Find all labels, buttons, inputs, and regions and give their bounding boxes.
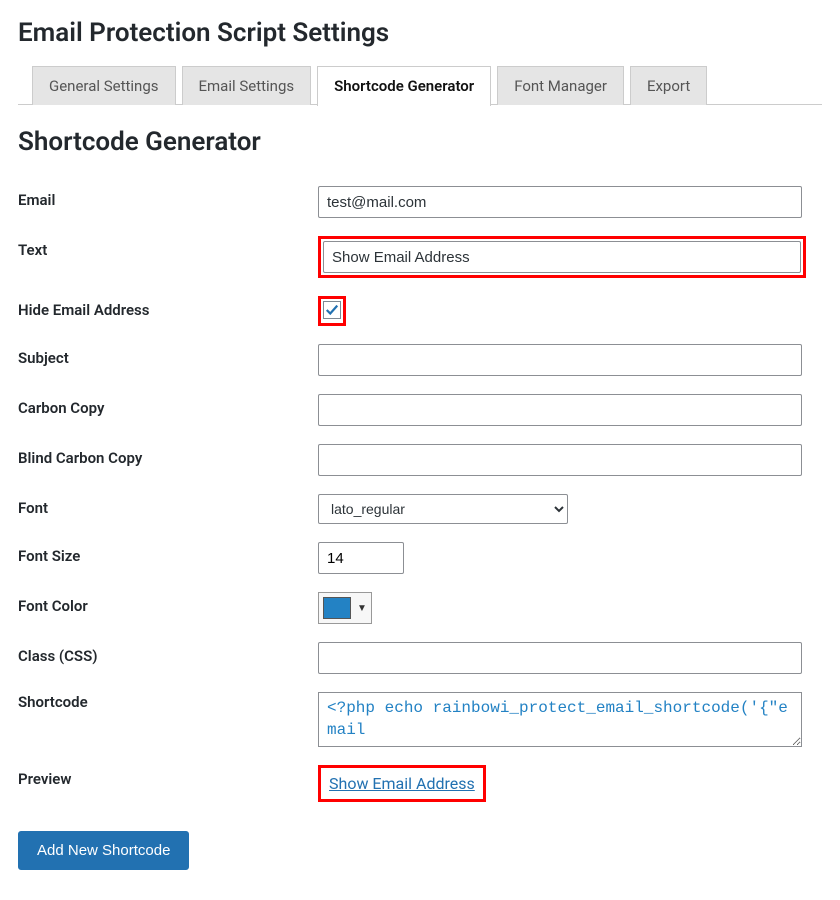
settings-form: Email Text Hide Email Address Subject Ca… bbox=[18, 177, 822, 811]
section-title: Shortcode Generator bbox=[18, 127, 822, 157]
font-size-label: Font Size bbox=[18, 533, 318, 583]
cc-label: Carbon Copy bbox=[18, 385, 318, 435]
page-title: Email Protection Script Settings bbox=[18, 18, 822, 48]
preview-label: Preview bbox=[18, 756, 318, 811]
font-color-label: Font Color bbox=[18, 583, 318, 633]
hide-checkbox[interactable] bbox=[323, 301, 341, 319]
cc-field[interactable] bbox=[318, 394, 802, 426]
text-label: Text bbox=[18, 227, 318, 287]
email-label: Email bbox=[18, 177, 318, 227]
text-field[interactable] bbox=[323, 241, 801, 273]
check-icon bbox=[325, 303, 339, 317]
hide-label: Hide Email Address bbox=[18, 287, 318, 335]
subject-label: Subject bbox=[18, 335, 318, 385]
shortcode-label: Shortcode bbox=[18, 683, 318, 756]
tab-general-settings[interactable]: General Settings bbox=[32, 66, 176, 105]
subject-field[interactable] bbox=[318, 344, 802, 376]
font-size-field[interactable] bbox=[318, 542, 404, 574]
tab-shortcode-generator[interactable]: Shortcode Generator bbox=[317, 66, 491, 106]
bcc-field[interactable] bbox=[318, 444, 802, 476]
font-label: Font bbox=[18, 485, 318, 533]
class-label: Class (CSS) bbox=[18, 633, 318, 683]
tab-bar: General Settings Email Settings Shortcod… bbox=[18, 66, 822, 105]
font-color-picker[interactable]: ▼ bbox=[318, 592, 372, 624]
shortcode-output[interactable]: <?php echo rainbowi_protect_email_shortc… bbox=[318, 692, 802, 747]
bcc-label: Blind Carbon Copy bbox=[18, 435, 318, 485]
tab-export[interactable]: Export bbox=[630, 66, 707, 105]
class-field[interactable] bbox=[318, 642, 802, 674]
tab-font-manager[interactable]: Font Manager bbox=[497, 66, 624, 105]
font-select[interactable]: lato_regular bbox=[318, 494, 568, 524]
preview-link[interactable]: Show Email Address bbox=[329, 774, 475, 793]
chevron-down-icon: ▼ bbox=[357, 603, 367, 614]
add-shortcode-button[interactable]: Add New Shortcode bbox=[18, 831, 189, 870]
hide-highlight bbox=[318, 296, 346, 326]
color-swatch bbox=[323, 597, 351, 619]
preview-highlight: Show Email Address bbox=[318, 765, 486, 802]
email-field[interactable] bbox=[318, 186, 802, 218]
tab-email-settings[interactable]: Email Settings bbox=[182, 66, 312, 105]
text-highlight bbox=[318, 236, 806, 278]
